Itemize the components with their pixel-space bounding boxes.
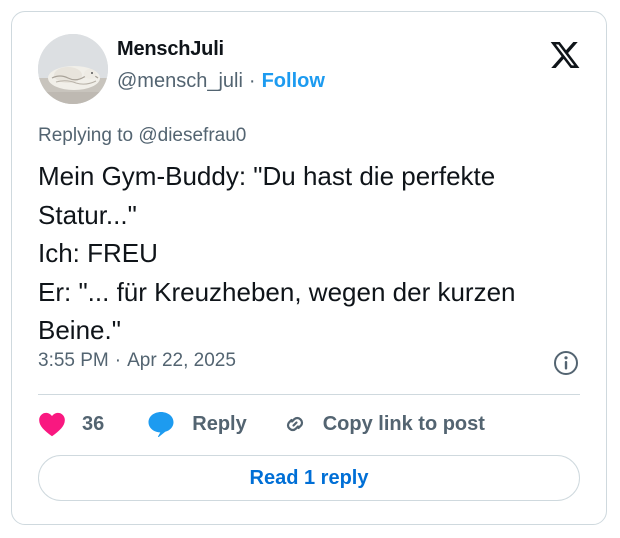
- tweet-timestamp[interactable]: 3:55 PM · Apr 22, 2025: [38, 350, 236, 372]
- replying-to: Replying to @diesefrau0: [38, 125, 247, 146]
- tweet-card: MenschJuli @mensch_juli · Follow Replyin…: [11, 11, 607, 525]
- avatar-image: [38, 34, 108, 104]
- tweet-line: Statur...": [38, 199, 137, 230]
- like-count: 36: [82, 412, 105, 435]
- info-icon[interactable]: [552, 349, 580, 377]
- handle-row: @mensch_juli · Follow: [117, 70, 325, 93]
- read-replies-label: Read 1 reply: [249, 466, 369, 489]
- author-handle[interactable]: @mensch_juli: [117, 70, 243, 93]
- reply-bubble-icon: [148, 412, 174, 438]
- read-replies-button[interactable]: Read 1 reply: [38, 455, 580, 501]
- tweet-time: 3:55 PM: [38, 350, 109, 371]
- avatar[interactable]: [38, 34, 108, 104]
- link-icon: [286, 416, 303, 432]
- info-icon-svg: [554, 351, 578, 375]
- copy-link-button[interactable]: Copy link to post: [281, 410, 485, 438]
- tweet-line: Ich: FREU: [38, 238, 158, 268]
- reply-label: Reply: [192, 412, 247, 435]
- tweet-date: Apr 22, 2025: [127, 350, 236, 371]
- tweet-line: Mein Gym-Buddy: "Du hast die perfekte: [38, 161, 496, 191]
- author-name[interactable]: MenschJuli: [117, 38, 224, 61]
- display-name: MenschJuli: [117, 38, 224, 60]
- like-button[interactable]: 36: [38, 411, 146, 437]
- heart-icon: [39, 412, 65, 437]
- action-bar: 36 Reply Copy link to post: [38, 408, 485, 440]
- tweet-line: Er: "... für Kreuzheben, wegen der kurze…: [38, 276, 516, 307]
- x-logo-svg: [550, 42, 580, 68]
- handle-separator: ·: [248, 70, 256, 92]
- follow-link[interactable]: Follow: [262, 70, 325, 93]
- tweet-line: Beine.": [38, 315, 121, 345]
- copy-link-label: Copy link to post: [322, 412, 485, 435]
- x-logo-icon[interactable]: [548, 39, 582, 71]
- timestamp-separator: ·: [114, 350, 122, 371]
- tweet-text: Mein Gym-Buddy: "Du hast die perfekte St…: [38, 157, 588, 350]
- divider: [38, 394, 580, 395]
- reply-button[interactable]: Reply: [146, 410, 280, 438]
